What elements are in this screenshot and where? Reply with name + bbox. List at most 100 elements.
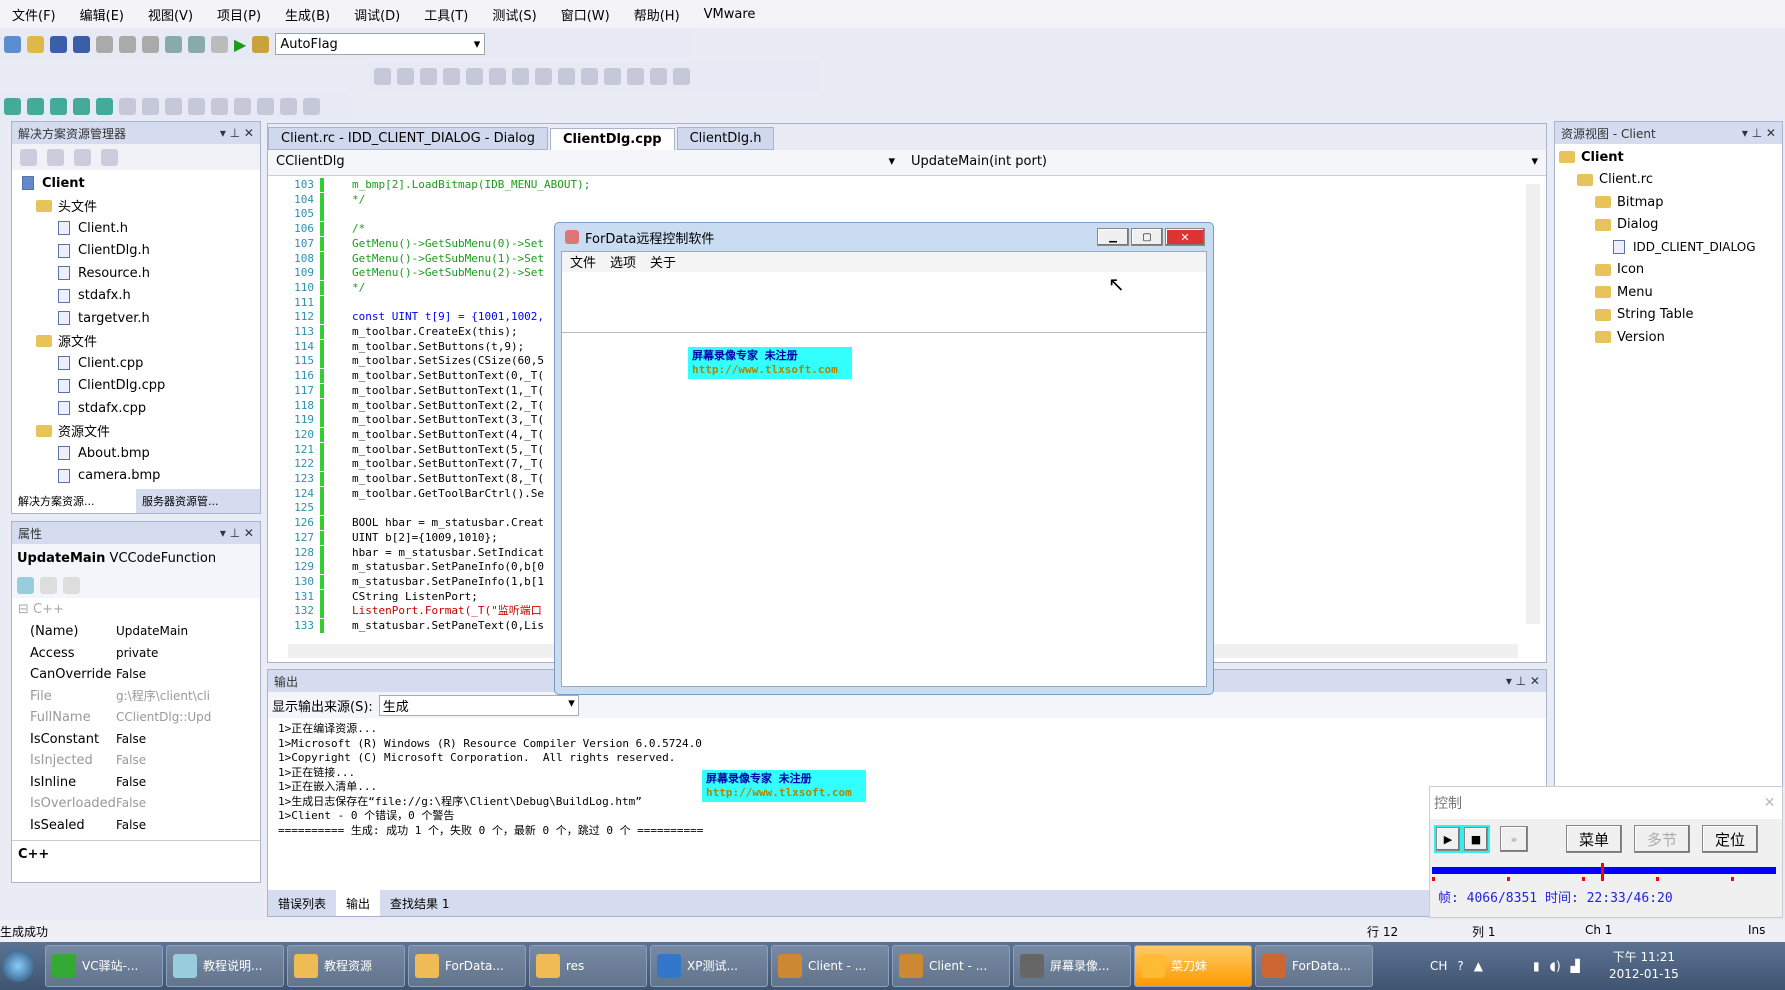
editor-tab[interactable]: Client.rc - IDD_CLIENT_DIALOG - Dialog — [268, 127, 549, 150]
cut-icon[interactable] — [96, 35, 113, 53]
navigate-icon[interactable] — [211, 35, 228, 53]
output-tab[interactable]: 输出 — [336, 890, 381, 916]
tree-item[interactable]: String Table — [1559, 304, 1782, 327]
tree-item[interactable]: ClientDlg.cpp — [22, 375, 260, 398]
tree-item[interactable]: Bitmap — [1559, 191, 1782, 214]
toolbar-button-icon[interactable] — [188, 97, 205, 115]
toolbar-button-icon[interactable] — [27, 97, 44, 115]
menu-item[interactable]: 帮助(H) — [622, 5, 692, 24]
multi-section-button[interactable]: 多节 — [1634, 825, 1690, 853]
tree-item[interactable]: targetver.h — [22, 307, 260, 330]
fast-forward-button[interactable]: » — [1500, 826, 1528, 852]
toolbar-button-icon[interactable] — [374, 67, 391, 85]
input-method[interactable]: CH — [1430, 959, 1447, 973]
sort-alpha-icon[interactable] — [40, 576, 57, 594]
panel-tab[interactable]: 服务器资源管... — [136, 489, 260, 513]
toolbar-button-icon[interactable] — [512, 67, 529, 85]
output-tab[interactable]: 错误列表 — [268, 890, 336, 916]
refresh-icon[interactable] — [47, 148, 64, 166]
tree-item[interactable]: 资源文件 — [22, 420, 260, 443]
properties-icon[interactable] — [20, 148, 37, 166]
volume-icon[interactable]: ◖) — [1550, 959, 1561, 973]
close-icon[interactable]: ▾ ⊥ ✕ — [1742, 126, 1776, 140]
class-combo[interactable]: CClientDlg ▾ — [268, 150, 903, 175]
open-icon[interactable] — [27, 35, 44, 53]
tree-item[interactable]: Client.cpp — [22, 352, 260, 375]
new-project-icon[interactable] — [4, 35, 21, 53]
tree-item[interactable]: camera.bmp — [22, 465, 260, 488]
close-icon[interactable]: ▾ ⊥ ✕ — [220, 126, 254, 140]
toolbar-button-icon[interactable] — [73, 97, 90, 115]
taskbar-item[interactable]: res — [529, 945, 647, 987]
menu-item[interactable]: 文件(F) — [0, 5, 68, 24]
toolbar-button-icon[interactable] — [303, 97, 320, 115]
property-row[interactable]: CanOverride False — [12, 664, 260, 686]
toolbar-button-icon[interactable] — [673, 67, 690, 85]
taskbar-item[interactable]: 菜刀妹 — [1134, 945, 1252, 987]
help-icon[interactable]: ? — [1457, 959, 1463, 973]
tree-item[interactable]: Version — [1559, 326, 1782, 349]
toolbar-button-icon[interactable] — [4, 97, 21, 115]
menu-item[interactable]: 生成(B) — [273, 5, 342, 24]
tree-root[interactable]: Client — [22, 172, 260, 195]
toolbar-button-icon[interactable] — [627, 67, 644, 85]
tree-item[interactable]: stdafx.cpp — [22, 397, 260, 420]
save-all-icon[interactable] — [73, 35, 90, 53]
copy-icon[interactable] — [119, 35, 136, 53]
property-row[interactable]: (Name) UpdateMain — [12, 621, 260, 643]
property-row[interactable]: IsInjected False — [12, 750, 260, 772]
tree-item[interactable]: About.bmp — [22, 442, 260, 465]
view-class-icon[interactable] — [101, 148, 118, 166]
vertical-scrollbar[interactable] — [1526, 184, 1540, 624]
close-icon[interactable]: ▾ ⊥ ✕ — [1506, 674, 1540, 688]
toolbar-button-icon[interactable] — [466, 67, 483, 85]
property-pages-icon[interactable] — [63, 576, 80, 594]
taskbar-item[interactable]: ForData... — [1255, 945, 1373, 987]
toolbar-button-icon[interactable] — [397, 67, 414, 85]
stop-button[interactable]: ■ — [1462, 825, 1490, 853]
dialog-menu-item[interactable]: 选项 — [610, 252, 636, 272]
property-row[interactable]: Access private — [12, 643, 260, 665]
taskbar-item[interactable]: 教程资源 — [287, 945, 405, 987]
taskbar-item[interactable]: Client - ... — [771, 945, 889, 987]
toolbar-button-icon[interactable] — [50, 97, 67, 115]
show-hidden-icon[interactable]: ▲ — [1474, 959, 1483, 973]
tree-item[interactable]: Dialog — [1559, 214, 1782, 237]
member-combo[interactable]: UpdateMain(int port) ▾ — [903, 150, 1546, 175]
taskbar-item[interactable]: ForData... — [408, 945, 526, 987]
property-row[interactable]: FullName CClientDlg::Upd — [12, 707, 260, 729]
close-icon[interactable]: ▾ ⊥ ✕ — [220, 526, 254, 540]
categorized-icon[interactable] — [17, 576, 34, 594]
tree-item[interactable]: ClientDlg.h — [22, 240, 260, 263]
toolbar-button-icon[interactable] — [211, 97, 228, 115]
tree-item[interactable]: stdafx.h — [22, 285, 260, 308]
network-icon[interactable]: ▮ — [1533, 959, 1540, 973]
property-row[interactable]: File g:\程序\client\cli — [12, 686, 260, 708]
play-button[interactable]: ▶ — [1434, 825, 1462, 853]
toolbar-button-icon[interactable] — [119, 97, 136, 115]
taskbar-item[interactable]: XP测试... — [650, 945, 768, 987]
taskbar-item[interactable]: Client - ... — [892, 945, 1010, 987]
start-debug-icon[interactable]: ▶ — [234, 35, 246, 54]
tree-item[interactable]: 源文件 — [22, 330, 260, 353]
category-header[interactable]: ⊟ C++ — [12, 598, 260, 621]
editor-tab[interactable]: ClientDlg.h — [676, 127, 775, 150]
output-tab[interactable]: 查找结果 1 — [380, 890, 459, 916]
tree-item[interactable]: 头文件 — [22, 195, 260, 218]
paste-icon[interactable] — [142, 35, 159, 53]
signal-icon[interactable]: ▟ — [1571, 959, 1580, 973]
tree-item[interactable]: Resource.h — [22, 262, 260, 285]
editor-tab[interactable]: ClientDlg.cpp — [550, 128, 675, 150]
dialog-menu-item[interactable]: 文件 — [570, 252, 596, 272]
toolbar-button-icon[interactable] — [443, 67, 460, 85]
menu-item[interactable]: 调试(D) — [342, 5, 412, 24]
show-all-icon[interactable] — [74, 148, 91, 166]
toolbar-button-icon[interactable] — [165, 97, 182, 115]
menu-item[interactable]: 测试(S) — [480, 5, 548, 24]
taskbar-item[interactable]: 教程说明... — [166, 945, 284, 987]
toolbar-button-icon[interactable] — [489, 67, 506, 85]
save-icon[interactable] — [50, 35, 67, 53]
menu-button[interactable]: 菜单 — [1566, 825, 1622, 853]
property-row[interactable]: IsConstant False — [12, 729, 260, 751]
tree-item[interactable]: Menu — [1559, 281, 1782, 304]
